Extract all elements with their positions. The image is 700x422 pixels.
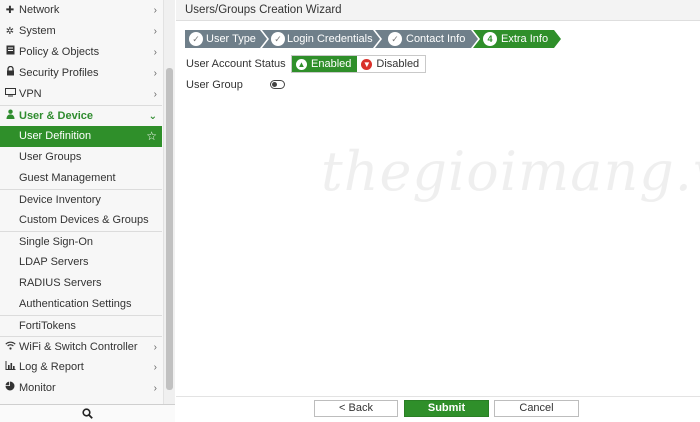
sidebar-item-user-groups[interactable]: User Groups xyxy=(0,147,162,168)
enabled-button[interactable]: ▲ Enabled xyxy=(292,56,358,72)
sidebar-item-label: System xyxy=(19,25,56,37)
sidebar-nav: ✚ Network › ✲ System › Policy & Objects … xyxy=(0,0,162,399)
sidebar-item-device-inventory[interactable]: Device Inventory xyxy=(0,189,162,210)
back-button[interactable]: < Back xyxy=(314,400,398,417)
sidebar-item-policy-objects[interactable]: Policy & Objects › xyxy=(0,42,162,63)
wizard-panel: Users/Groups Creation Wizard ✓ User Type… xyxy=(176,0,700,422)
arrow-up-circle-icon: ▲ xyxy=(296,58,307,70)
plus-cross-icon: ✚ xyxy=(5,5,15,16)
pie-chart-icon xyxy=(4,378,16,399)
sidebar-item-label: Security Profiles xyxy=(19,67,99,79)
gear-icon: ✲ xyxy=(5,26,15,37)
sidebar-item-label: Guest Management xyxy=(19,172,116,184)
sidebar-item-label: FortiTokens xyxy=(19,320,76,332)
document-icon xyxy=(4,42,16,63)
sidebar-item-ldap-servers[interactable]: LDAP Servers xyxy=(0,252,162,273)
submit-button[interactable]: Submit xyxy=(404,400,489,417)
sidebar-item-log-report[interactable]: Log & Report › xyxy=(0,357,162,378)
sidebar-scrollbar[interactable] xyxy=(163,0,175,404)
sidebar-item-single-sign-on[interactable]: Single Sign-On xyxy=(0,231,162,252)
sidebar-item-label: User Groups xyxy=(19,151,82,163)
bar-chart-icon xyxy=(4,357,16,378)
chevron-right-icon: › xyxy=(153,68,157,79)
sidebar-item-security-profiles[interactable]: Security Profiles › xyxy=(0,63,162,84)
sidebar-item-user-device[interactable]: User & Device ⌄ xyxy=(0,105,162,126)
scrollbar-thumb[interactable] xyxy=(166,68,173,390)
disabled-label: Disabled xyxy=(376,58,420,70)
user-account-status-label: User Account Status xyxy=(186,58,286,70)
chevron-right-icon: › xyxy=(153,26,157,37)
chevron-right-icon: › xyxy=(153,89,157,100)
sidebar-item-label: Monitor xyxy=(19,382,56,394)
disabled-button[interactable]: ▼ Disabled xyxy=(357,56,426,72)
sidebar-item-user-definition[interactable]: User Definition ☆ xyxy=(0,126,162,147)
switch-knob xyxy=(272,81,277,87)
sidebar-item-guest-management[interactable]: Guest Management xyxy=(0,168,162,189)
user-account-status-toggle: ▲ Enabled ▼ Disabled xyxy=(291,55,427,73)
watermark: thegioimang.vn xyxy=(321,140,700,203)
sidebar-item-fortitokens[interactable]: FortiTokens xyxy=(0,315,162,336)
chevron-right-icon: › xyxy=(153,362,157,373)
sidebar-item-label: WiFi & Switch Controller xyxy=(19,341,138,353)
star-icon[interactable]: ☆ xyxy=(146,126,157,147)
sidebar-item-label: Log & Report xyxy=(19,361,84,373)
sidebar: ✚ Network › ✲ System › Policy & Objects … xyxy=(0,0,175,422)
wizard-footer: < Back Submit Cancel xyxy=(176,396,700,422)
sidebar-item-vpn[interactable]: VPN › xyxy=(0,84,162,105)
step-contact-info[interactable]: ✓ Contact Info xyxy=(375,30,478,48)
step-login-credentials[interactable]: ✓ Login Credentials xyxy=(262,30,380,48)
chevron-right-icon: › xyxy=(153,5,157,16)
sidebar-item-monitor[interactable]: Monitor › xyxy=(0,378,162,399)
sidebar-item-system[interactable]: ✲ System › xyxy=(0,21,162,42)
sidebar-item-label: User Definition xyxy=(19,130,92,142)
check-icon: ✓ xyxy=(271,32,285,46)
step-label: Contact Info xyxy=(406,33,466,45)
sidebar-item-wifi-switch-controller[interactable]: WiFi & Switch Controller › xyxy=(0,336,162,357)
wizard-title: Users/Groups Creation Wizard xyxy=(176,0,700,21)
sidebar-item-label: Network xyxy=(19,4,60,16)
sidebar-item-label: RADIUS Servers xyxy=(19,277,102,289)
search-icon xyxy=(82,408,93,419)
step-label: Login Credentials xyxy=(287,33,373,45)
step-extra-info[interactable]: 4 Extra Info xyxy=(473,30,561,48)
sidebar-item-label: LDAP Servers xyxy=(19,256,89,268)
user-group-switch[interactable] xyxy=(270,80,285,89)
chevron-right-icon: › xyxy=(153,47,157,58)
step-label: Extra Info xyxy=(501,33,549,45)
sidebar-item-label: Policy & Objects xyxy=(19,46,100,58)
user-icon xyxy=(4,106,16,127)
sidebar-item-radius-servers[interactable]: RADIUS Servers xyxy=(0,273,162,294)
lock-icon xyxy=(4,63,16,84)
sidebar-item-label: Authentication Settings xyxy=(19,298,132,310)
step-number-icon: 4 xyxy=(483,32,497,46)
sidebar-item-custom-devices-groups[interactable]: Custom Devices & Groups xyxy=(0,210,162,231)
sidebar-item-label: Single Sign-On xyxy=(19,236,93,248)
enabled-label: Enabled xyxy=(311,58,352,70)
user-group-label: User Group xyxy=(186,79,243,91)
sidebar-item-label: User & Device xyxy=(19,110,93,122)
chevron-right-icon: › xyxy=(153,342,157,353)
sidebar-search-button[interactable] xyxy=(0,404,175,422)
check-icon: ✓ xyxy=(189,32,203,46)
sidebar-item-label: Custom Devices & Groups xyxy=(19,214,149,226)
check-icon: ✓ xyxy=(388,32,402,46)
sidebar-item-label: VPN xyxy=(19,88,42,100)
step-label: User Type xyxy=(206,33,256,45)
cancel-button[interactable]: Cancel xyxy=(494,400,579,417)
sidebar-item-network[interactable]: ✚ Network › xyxy=(0,0,162,21)
chevron-down-icon: ⌄ xyxy=(148,111,157,122)
sidebar-item-label: Device Inventory xyxy=(19,194,101,206)
chevron-right-icon: › xyxy=(153,383,157,394)
step-user-type[interactable]: ✓ User Type xyxy=(185,30,267,48)
sidebar-item-authentication-settings[interactable]: Authentication Settings xyxy=(0,294,162,315)
arrow-down-circle-icon: ▼ xyxy=(361,58,373,70)
wifi-icon xyxy=(4,337,16,358)
monitor-icon xyxy=(4,84,16,105)
